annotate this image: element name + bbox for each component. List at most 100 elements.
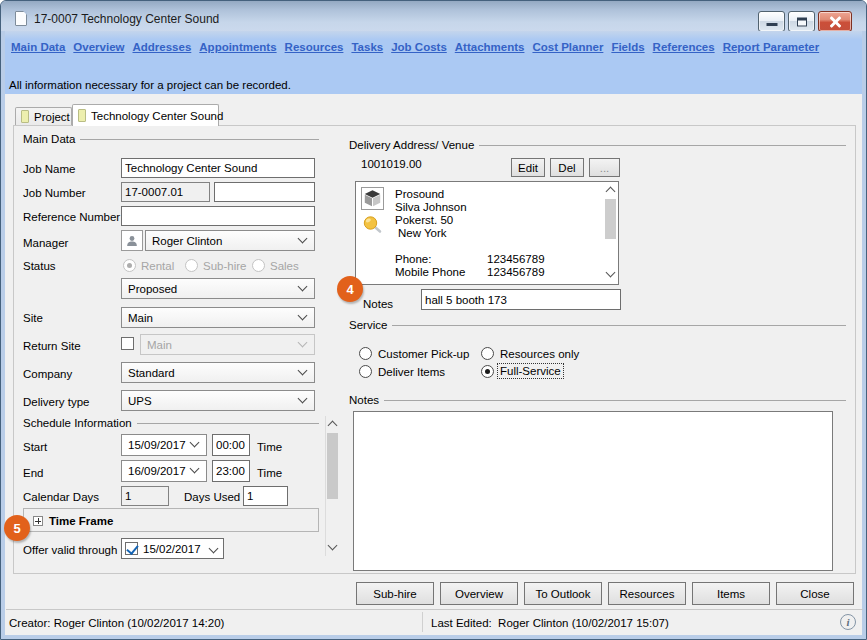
status-sub-hire-label: Sub-hire bbox=[203, 259, 246, 273]
offer-valid-checkbox[interactable] bbox=[125, 542, 138, 555]
nav-link-tasks[interactable]: Tasks bbox=[351, 41, 383, 53]
status-combobox[interactable]: Proposed bbox=[121, 278, 315, 299]
address-box: Prosound Silva Johnson Pokerst. 50 New Y… bbox=[355, 181, 619, 285]
service-radio-resources-only[interactable] bbox=[481, 347, 494, 360]
info-text: All information necessary for a project … bbox=[9, 79, 291, 91]
scrollbar-thumb[interactable] bbox=[327, 433, 338, 499]
nav-link-attachments[interactable]: Attachments bbox=[455, 41, 525, 53]
edit-button[interactable]: Edit bbox=[511, 158, 545, 177]
status-radio-sales[interactable] bbox=[252, 259, 265, 272]
chevron-down-icon bbox=[298, 365, 308, 375]
company-value: Standard bbox=[128, 367, 175, 379]
resources-button[interactable]: Resources bbox=[608, 582, 686, 605]
badge-5: 5 bbox=[4, 515, 30, 541]
items-button[interactable]: Items bbox=[692, 582, 770, 605]
delivery-notes-label: Notes bbox=[363, 297, 393, 311]
sub-hire-button[interactable]: Sub-hire bbox=[356, 582, 434, 605]
status-rental-label: Rental bbox=[141, 259, 174, 273]
more-button[interactable]: ... bbox=[589, 158, 620, 177]
last-edited-text: Last Edited: Roger Clinton (10/02/2017 1… bbox=[431, 616, 669, 630]
start-time-input[interactable] bbox=[212, 434, 250, 456]
group-notes-label: Notes bbox=[349, 393, 379, 407]
tab-project[interactable]: Project bbox=[15, 107, 72, 125]
nav-link-references[interactable]: References bbox=[653, 41, 715, 53]
reference-number-input[interactable] bbox=[121, 206, 315, 226]
divider bbox=[325, 416, 326, 556]
site-combobox[interactable]: Main bbox=[121, 307, 315, 328]
manager-combobox[interactable]: Roger Clinton bbox=[145, 230, 315, 251]
nav-link-fields[interactable]: Fields bbox=[611, 41, 644, 53]
nav-link-main-data[interactable]: Main Data bbox=[11, 41, 65, 53]
start-date-picker[interactable]: 15/09/2017 bbox=[121, 434, 207, 456]
time-frame-expander[interactable]: Time Frame bbox=[23, 508, 319, 532]
nav-link-resources[interactable]: Resources bbox=[285, 41, 344, 53]
job-name-input[interactable] bbox=[121, 158, 315, 178]
divider bbox=[384, 400, 846, 401]
manager-picker-button[interactable] bbox=[121, 230, 143, 251]
company-icon-button[interactable] bbox=[361, 187, 384, 210]
scroll-up-icon[interactable] bbox=[606, 187, 616, 197]
status-radio-rental[interactable] bbox=[123, 259, 136, 272]
address-line: Pokerst. 50 bbox=[395, 214, 453, 227]
creator-text: Creator: Roger Clinton (10/02/2017 14:20… bbox=[9, 616, 224, 630]
address-number: 1001019.00 bbox=[361, 157, 422, 171]
job-number-suffix-input[interactable] bbox=[214, 182, 315, 202]
site-label: Site bbox=[23, 311, 43, 325]
company-combobox[interactable]: Standard bbox=[121, 362, 315, 383]
nav-link-cost-planner[interactable]: Cost Planner bbox=[532, 41, 603, 53]
close-footer-button[interactable]: Close bbox=[776, 582, 854, 605]
scroll-down-icon[interactable] bbox=[606, 268, 616, 278]
overview-button[interactable]: Overview bbox=[440, 582, 518, 605]
service-deliver-items-label: Deliver Items bbox=[378, 365, 445, 379]
job-number-input[interactable] bbox=[121, 182, 210, 202]
tab-job-label: Technology Center Sound bbox=[91, 110, 223, 122]
minimize-icon bbox=[766, 23, 777, 26]
service-radio-full-service[interactable] bbox=[481, 365, 494, 378]
del-button[interactable]: Del bbox=[550, 158, 584, 177]
group-schedule: Schedule Information bbox=[23, 416, 319, 430]
nav-link-report-parameter[interactable]: Report Parameter bbox=[723, 41, 820, 53]
status-sales-label: Sales bbox=[270, 259, 299, 273]
status-radio-sub-hire[interactable] bbox=[185, 259, 198, 272]
chevron-down-icon bbox=[298, 310, 308, 320]
offer-valid-date-picker[interactable]: 15/02/2017 bbox=[121, 538, 224, 559]
maximize-icon bbox=[797, 17, 807, 26]
maximize-button[interactable] bbox=[788, 11, 815, 32]
divider bbox=[392, 325, 846, 326]
divider bbox=[137, 423, 319, 424]
window: 17-0007 Technology Center Sound Main Dat… bbox=[0, 0, 867, 640]
group-main-data: Main Data bbox=[23, 132, 319, 146]
notes-textarea[interactable] bbox=[353, 411, 833, 571]
tab-job[interactable]: Technology Center Sound bbox=[72, 104, 219, 126]
service-radio-deliver-items[interactable] bbox=[359, 365, 372, 378]
minimize-button[interactable] bbox=[758, 11, 785, 32]
nav-link-appointments[interactable]: Appointments bbox=[199, 41, 276, 53]
delivery-notes-input[interactable] bbox=[421, 289, 621, 310]
scrollbar-thumb[interactable] bbox=[605, 199, 616, 239]
delivery-type-combobox[interactable]: UPS bbox=[121, 390, 315, 411]
nav-link-overview[interactable]: Overview bbox=[73, 41, 124, 53]
delivery-type-label: Delivery type bbox=[23, 395, 89, 409]
nav-link-job-costs[interactable]: Job Costs bbox=[391, 41, 447, 53]
nav-link-addresses[interactable]: Addresses bbox=[132, 41, 191, 53]
return-site-checkbox[interactable] bbox=[121, 337, 134, 350]
venue-icon bbox=[362, 215, 382, 235]
close-button[interactable] bbox=[818, 11, 852, 32]
person-icon bbox=[126, 235, 138, 247]
close-icon bbox=[829, 16, 841, 28]
job-name-label: Job Name bbox=[23, 162, 75, 176]
badge-4: 4 bbox=[337, 276, 363, 302]
divider bbox=[422, 612, 423, 632]
group-service: Service bbox=[349, 318, 846, 332]
calendar-days-input[interactable] bbox=[121, 486, 169, 506]
return-site-combobox[interactable]: Main bbox=[140, 334, 315, 355]
info-icon bbox=[840, 614, 856, 630]
days-used-input[interactable] bbox=[243, 486, 288, 506]
end-time-input[interactable] bbox=[212, 460, 250, 482]
to-outlook-button[interactable]: To Outlook bbox=[524, 582, 602, 605]
return-site-value: Main bbox=[147, 339, 172, 351]
chevron-down-icon bbox=[298, 281, 308, 291]
end-date-picker[interactable]: 16/09/2017 bbox=[121, 460, 207, 482]
chevron-down-icon bbox=[298, 393, 308, 403]
service-radio-customer-pickup[interactable] bbox=[359, 347, 372, 360]
